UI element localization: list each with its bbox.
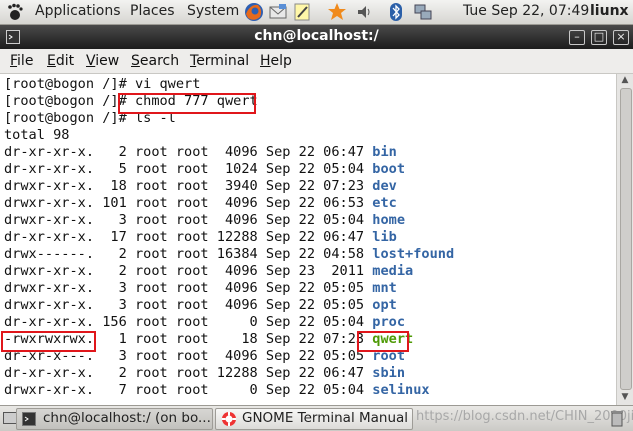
terminal-task-icon	[22, 412, 36, 426]
taskbar-terminal[interactable]: chn@localhost:/ (on bo...	[16, 408, 213, 430]
terminal-line: drwxr-xr-x. 3 root root 4096 Sep 22 05:0…	[4, 212, 405, 229]
clock[interactable]: Tue Sep 22, 07:49	[463, 3, 589, 19]
file-name: bin	[372, 144, 397, 160]
terminal-line-text: dr-xr-xr-x. 156 root root 0 Sep 22 05:04	[4, 314, 373, 330]
terminal-line-text: drwxr-xr-x. 2 root root 4096 Sep 23 2011	[4, 263, 373, 279]
terminal-line: [root@bogon /]# vi qwert	[4, 76, 200, 93]
user-name[interactable]: liunx	[590, 3, 629, 19]
scrollbar[interactable]: ▲ ▼	[616, 74, 633, 405]
terminal-line: drwxr-xr-x. 3 root root 4096 Sep 22 05:0…	[4, 280, 397, 297]
file-name: lost+found	[372, 246, 455, 262]
terminal-line: dr-xr-xr-x. 156 root root 0 Sep 22 05:04…	[4, 314, 405, 331]
terminal-line: total 98	[4, 127, 69, 144]
update-icon[interactable]	[327, 2, 347, 22]
taskbar-manual-label: GNOME Terminal Manual	[242, 410, 409, 426]
terminal-line-text: drwxr-xr-x. 18 root root 3940 Sep 22 07:…	[4, 178, 373, 194]
firefox-icon[interactable]	[244, 2, 264, 22]
watermark: https://blog.csdn.net/CHIN_2000jim	[416, 409, 633, 424]
network-icon[interactable]	[413, 2, 433, 22]
window-title: chn@localhost:/	[254, 28, 379, 44]
terminal-line: drwxr-xr-x. 18 root root 3940 Sep 22 07:…	[4, 178, 397, 195]
terminal-line-text: drwxr-xr-x. 3 root root 4096 Sep 22 05:0…	[4, 297, 373, 313]
trash-icon[interactable]	[609, 409, 625, 427]
terminal-line: drwxr-xr-x. 3 root root 4096 Sep 22 05:0…	[4, 297, 397, 314]
menu-file[interactable]: File	[10, 53, 33, 69]
places-menu[interactable]: Places	[130, 3, 175, 19]
terminal-line-text: dr-xr-xr-x. 2 root root 12288 Sep 22 06:…	[4, 365, 373, 381]
terminal-line-text: dr-xr-xr-x. 17 root root 12288 Sep 22 06…	[4, 229, 373, 245]
terminal-line-text: drwxr-xr-x. 7 root root 0 Sep 22 05:04	[4, 382, 373, 398]
menu-view[interactable]: View	[86, 53, 119, 69]
terminal-line: drwxr-xr-x. 7 root root 0 Sep 22 05:04 s…	[4, 382, 430, 399]
highlight-qwert-name	[357, 331, 409, 352]
highlight-qwert-permissions	[1, 331, 96, 352]
menu-edit[interactable]: Edit	[47, 53, 74, 69]
scroll-up-icon[interactable]: ▲	[620, 75, 630, 85]
terminal-line-text: dr-xr-xr-x. 5 root root 1024 Sep 22 05:0…	[4, 161, 373, 177]
file-name: mnt	[372, 280, 397, 296]
taskbar-manual[interactable]: GNOME Terminal Manual	[215, 408, 413, 430]
menu-help[interactable]: Help	[260, 53, 292, 69]
bluetooth-icon[interactable]	[386, 2, 406, 22]
close-icon[interactable]: ×	[613, 30, 629, 45]
file-name: home	[372, 212, 406, 228]
mail-icon[interactable]	[268, 2, 288, 22]
bottom-panel: chn@localhost:/ (on bo... GNOME Terminal…	[0, 405, 633, 431]
terminal-line: drwxr-xr-x. 2 root root 4096 Sep 23 2011…	[4, 263, 413, 280]
notes-icon[interactable]	[292, 2, 312, 22]
menu-terminal[interactable]: Terminal	[190, 53, 249, 69]
terminal-output[interactable]: [root@bogon /]# vi qwert [root@bogon /]# …	[0, 74, 616, 405]
terminal-line-text: drwxr-xr-x. 101 root root 4096 Sep 22 06…	[4, 195, 373, 211]
terminal-line: drwx------. 2 root root 16384 Sep 22 04:…	[4, 246, 454, 263]
file-name: dev	[372, 178, 397, 194]
terminal-line-text: drwx------. 2 root root 16384 Sep 22 04:…	[4, 246, 373, 262]
taskbar-terminal-label: chn@localhost:/ (on bo...	[43, 410, 211, 426]
terminal-line: dr-xr-xr-x. 2 root root 4096 Sep 22 06:4…	[4, 144, 397, 161]
file-name: lib	[372, 229, 397, 245]
file-name: sbin	[372, 365, 406, 381]
terminal-line-text: total 98	[4, 127, 70, 143]
scroll-down-icon[interactable]: ▼	[620, 392, 630, 402]
maximize-icon[interactable]: □	[591, 30, 607, 45]
file-name: opt	[372, 297, 397, 313]
minimize-icon[interactable]: –	[569, 30, 585, 45]
volume-icon[interactable]	[355, 2, 375, 22]
applications-menu[interactable]: Applications	[35, 3, 121, 19]
highlight-chmod-command	[118, 93, 256, 114]
window-titlebar[interactable]: chn@localhost:/ – □ ×	[0, 25, 633, 49]
file-name: selinux	[372, 382, 430, 398]
file-name: boot	[372, 161, 406, 177]
top-panel: Applications Places System Tue Sep 22, 0…	[0, 0, 633, 25]
terminal-line: dr-xr-xr-x. 5 root root 1024 Sep 22 05:0…	[4, 161, 405, 178]
menubar: File Edit View Search Terminal Help	[0, 49, 633, 74]
show-desktop-icon[interactable]	[3, 410, 17, 426]
file-name: etc	[372, 195, 397, 211]
terminal-line-text: drwxr-xr-x. 3 root root 4096 Sep 22 05:0…	[4, 280, 373, 296]
file-name: proc	[372, 314, 406, 330]
terminal-line: dr-xr-xr-x. 17 root root 12288 Sep 22 06…	[4, 229, 397, 246]
terminal-line-text: [root@bogon /]# vi qwert	[4, 76, 201, 92]
gnome-foot-icon[interactable]	[6, 3, 24, 21]
file-name: media	[372, 263, 414, 279]
terminal-line: dr-xr-xr-x. 2 root root 12288 Sep 22 06:…	[4, 365, 405, 382]
terminal-line-text: dr-xr-xr-x. 2 root root 4096 Sep 22 06:4…	[4, 144, 373, 160]
menu-search[interactable]: Search	[131, 53, 179, 69]
terminal-line-text: drwxr-xr-x. 3 root root 4096 Sep 22 05:0…	[4, 212, 373, 228]
scrollbar-thumb[interactable]	[620, 88, 632, 390]
help-lifebuoy-icon	[222, 412, 236, 426]
system-menu[interactable]: System	[187, 3, 239, 19]
terminal-line: drwxr-xr-x. 101 root root 4096 Sep 22 06…	[4, 195, 397, 212]
